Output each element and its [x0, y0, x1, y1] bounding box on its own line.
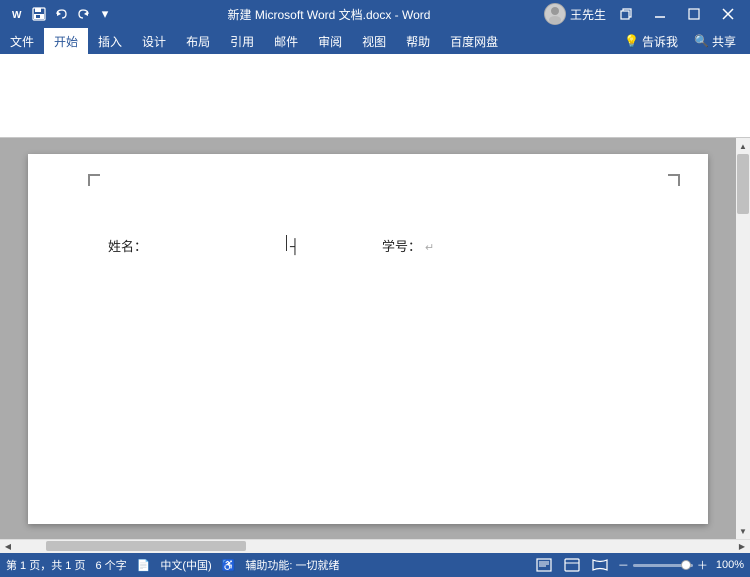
document-page: 姓名： ┤ 学号： ↵	[28, 154, 708, 524]
zoom-controls: － ＋ 100%	[618, 557, 744, 573]
share-label: 共享	[712, 33, 736, 50]
print-layout-view-button[interactable]	[534, 556, 554, 574]
scroll-thumb-v[interactable]	[737, 154, 749, 214]
tab-references[interactable]: 引用	[220, 28, 264, 54]
accessibility-status: 辅助功能: 一切就绪	[245, 557, 339, 573]
close-button[interactable]	[714, 0, 742, 28]
doc-line-1: 姓名： ┤ 学号： ↵	[108, 234, 648, 259]
vertical-scrollbar[interactable]: ▲ ▼	[736, 138, 750, 539]
tab-insert[interactable]: 插入	[88, 28, 132, 54]
text-cursor	[286, 235, 287, 251]
zoom-level: 100%	[716, 559, 744, 571]
share-icon: 🔍	[694, 34, 709, 48]
tab-home[interactable]: 开始	[44, 28, 88, 54]
title-bar: W ▾ 新建 Microsoft Word 文档.docx - Word 王先生	[0, 0, 750, 28]
scroll-track-h[interactable]	[16, 540, 734, 554]
ribbon-body	[0, 54, 750, 138]
customize-qat-button[interactable]: ▾	[96, 5, 114, 23]
tell-me-button[interactable]: 💡 告诉我	[618, 28, 684, 54]
document-area: 姓名： ┤ 学号： ↵ ▲ ▼	[0, 138, 750, 539]
tab-layout[interactable]: 布局	[176, 28, 220, 54]
zoom-plus-button[interactable]: ＋	[697, 557, 708, 573]
save-qat-button[interactable]	[30, 5, 48, 23]
word-icon: W	[8, 5, 26, 23]
share-button[interactable]: 🔍 共享	[688, 28, 742, 54]
scroll-track-v[interactable]	[736, 154, 750, 523]
lightbulb-icon: 💡	[624, 34, 639, 48]
minimize-button[interactable]	[646, 0, 674, 28]
user-avatar	[544, 3, 566, 25]
user-name: 王先生	[570, 6, 606, 23]
redo-button[interactable]	[74, 5, 92, 23]
scroll-thumb-h[interactable]	[46, 541, 246, 551]
horizontal-scrollbar-area[interactable]: ◀ ▶	[0, 539, 750, 553]
ribbon-right: 💡 告诉我 🔍 共享	[618, 28, 750, 54]
cursor-shape: ┤	[290, 234, 300, 259]
tell-me-label: 告诉我	[642, 33, 678, 50]
read-mode-view-button[interactable]	[590, 556, 610, 574]
zoom-slider-track[interactable]	[633, 564, 693, 567]
scroll-left-button[interactable]: ◀	[0, 540, 16, 554]
document-content: 姓名： ┤ 学号： ↵	[108, 194, 648, 259]
document-scroll[interactable]: 姓名： ┤ 学号： ↵	[0, 138, 736, 539]
tab-file[interactable]: 文件	[0, 28, 44, 54]
name-label: 姓名：	[108, 235, 147, 258]
status-bar-right: － ＋ 100%	[534, 556, 744, 574]
tab-design[interactable]: 设计	[132, 28, 176, 54]
ribbon-tabs: 文件 开始 插入 设计 布局 引用 邮件 审阅 视图 帮助 百度网盘 💡 告诉我…	[0, 28, 750, 54]
quick-access-toolbar: W ▾	[8, 5, 114, 23]
ribbon-wrap: 文件 开始 插入 设计 布局 引用 邮件 审阅 视图 帮助 百度网盘 💡 告诉我…	[0, 28, 750, 54]
undo-button[interactable]	[52, 5, 70, 23]
corner-mark-tl	[88, 174, 100, 186]
corner-mark-tr	[668, 174, 680, 186]
scroll-right-button[interactable]: ▶	[734, 540, 750, 554]
scroll-down-button[interactable]: ▼	[736, 523, 750, 539]
maximize-button[interactable]	[680, 0, 708, 28]
user-area[interactable]: 王先生	[544, 3, 606, 25]
tab-help[interactable]: 帮助	[396, 28, 440, 54]
restore-button[interactable]	[612, 0, 640, 28]
word-count: 6 个字	[95, 557, 126, 573]
page-info: 第 1 页，共 1 页	[6, 557, 85, 573]
zoom-minus-button[interactable]: －	[618, 557, 629, 573]
document-title: 新建 Microsoft Word 文档.docx - Word	[114, 6, 544, 23]
tab-baidu[interactable]: 百度网盘	[440, 28, 508, 54]
id-label: 学号：	[382, 235, 421, 258]
tab-view[interactable]: 视图	[352, 28, 396, 54]
enter-symbol: ↵	[425, 239, 434, 259]
title-bar-controls: 王先生	[544, 0, 742, 28]
web-layout-view-button[interactable]	[562, 556, 582, 574]
scroll-up-button[interactable]: ▲	[736, 138, 750, 154]
language: 中文(中国)	[160, 557, 211, 573]
layout-icon: 📄	[137, 559, 151, 572]
accessibility-icon: ♿	[222, 559, 236, 572]
tab-mailings[interactable]: 邮件	[264, 28, 308, 54]
tab-review[interactable]: 审阅	[308, 28, 352, 54]
status-bar: 第 1 页，共 1 页 6 个字 📄 中文(中国) ♿ 辅助功能: 一切就绪 －…	[0, 553, 750, 577]
svg-text:W: W	[12, 10, 22, 21]
